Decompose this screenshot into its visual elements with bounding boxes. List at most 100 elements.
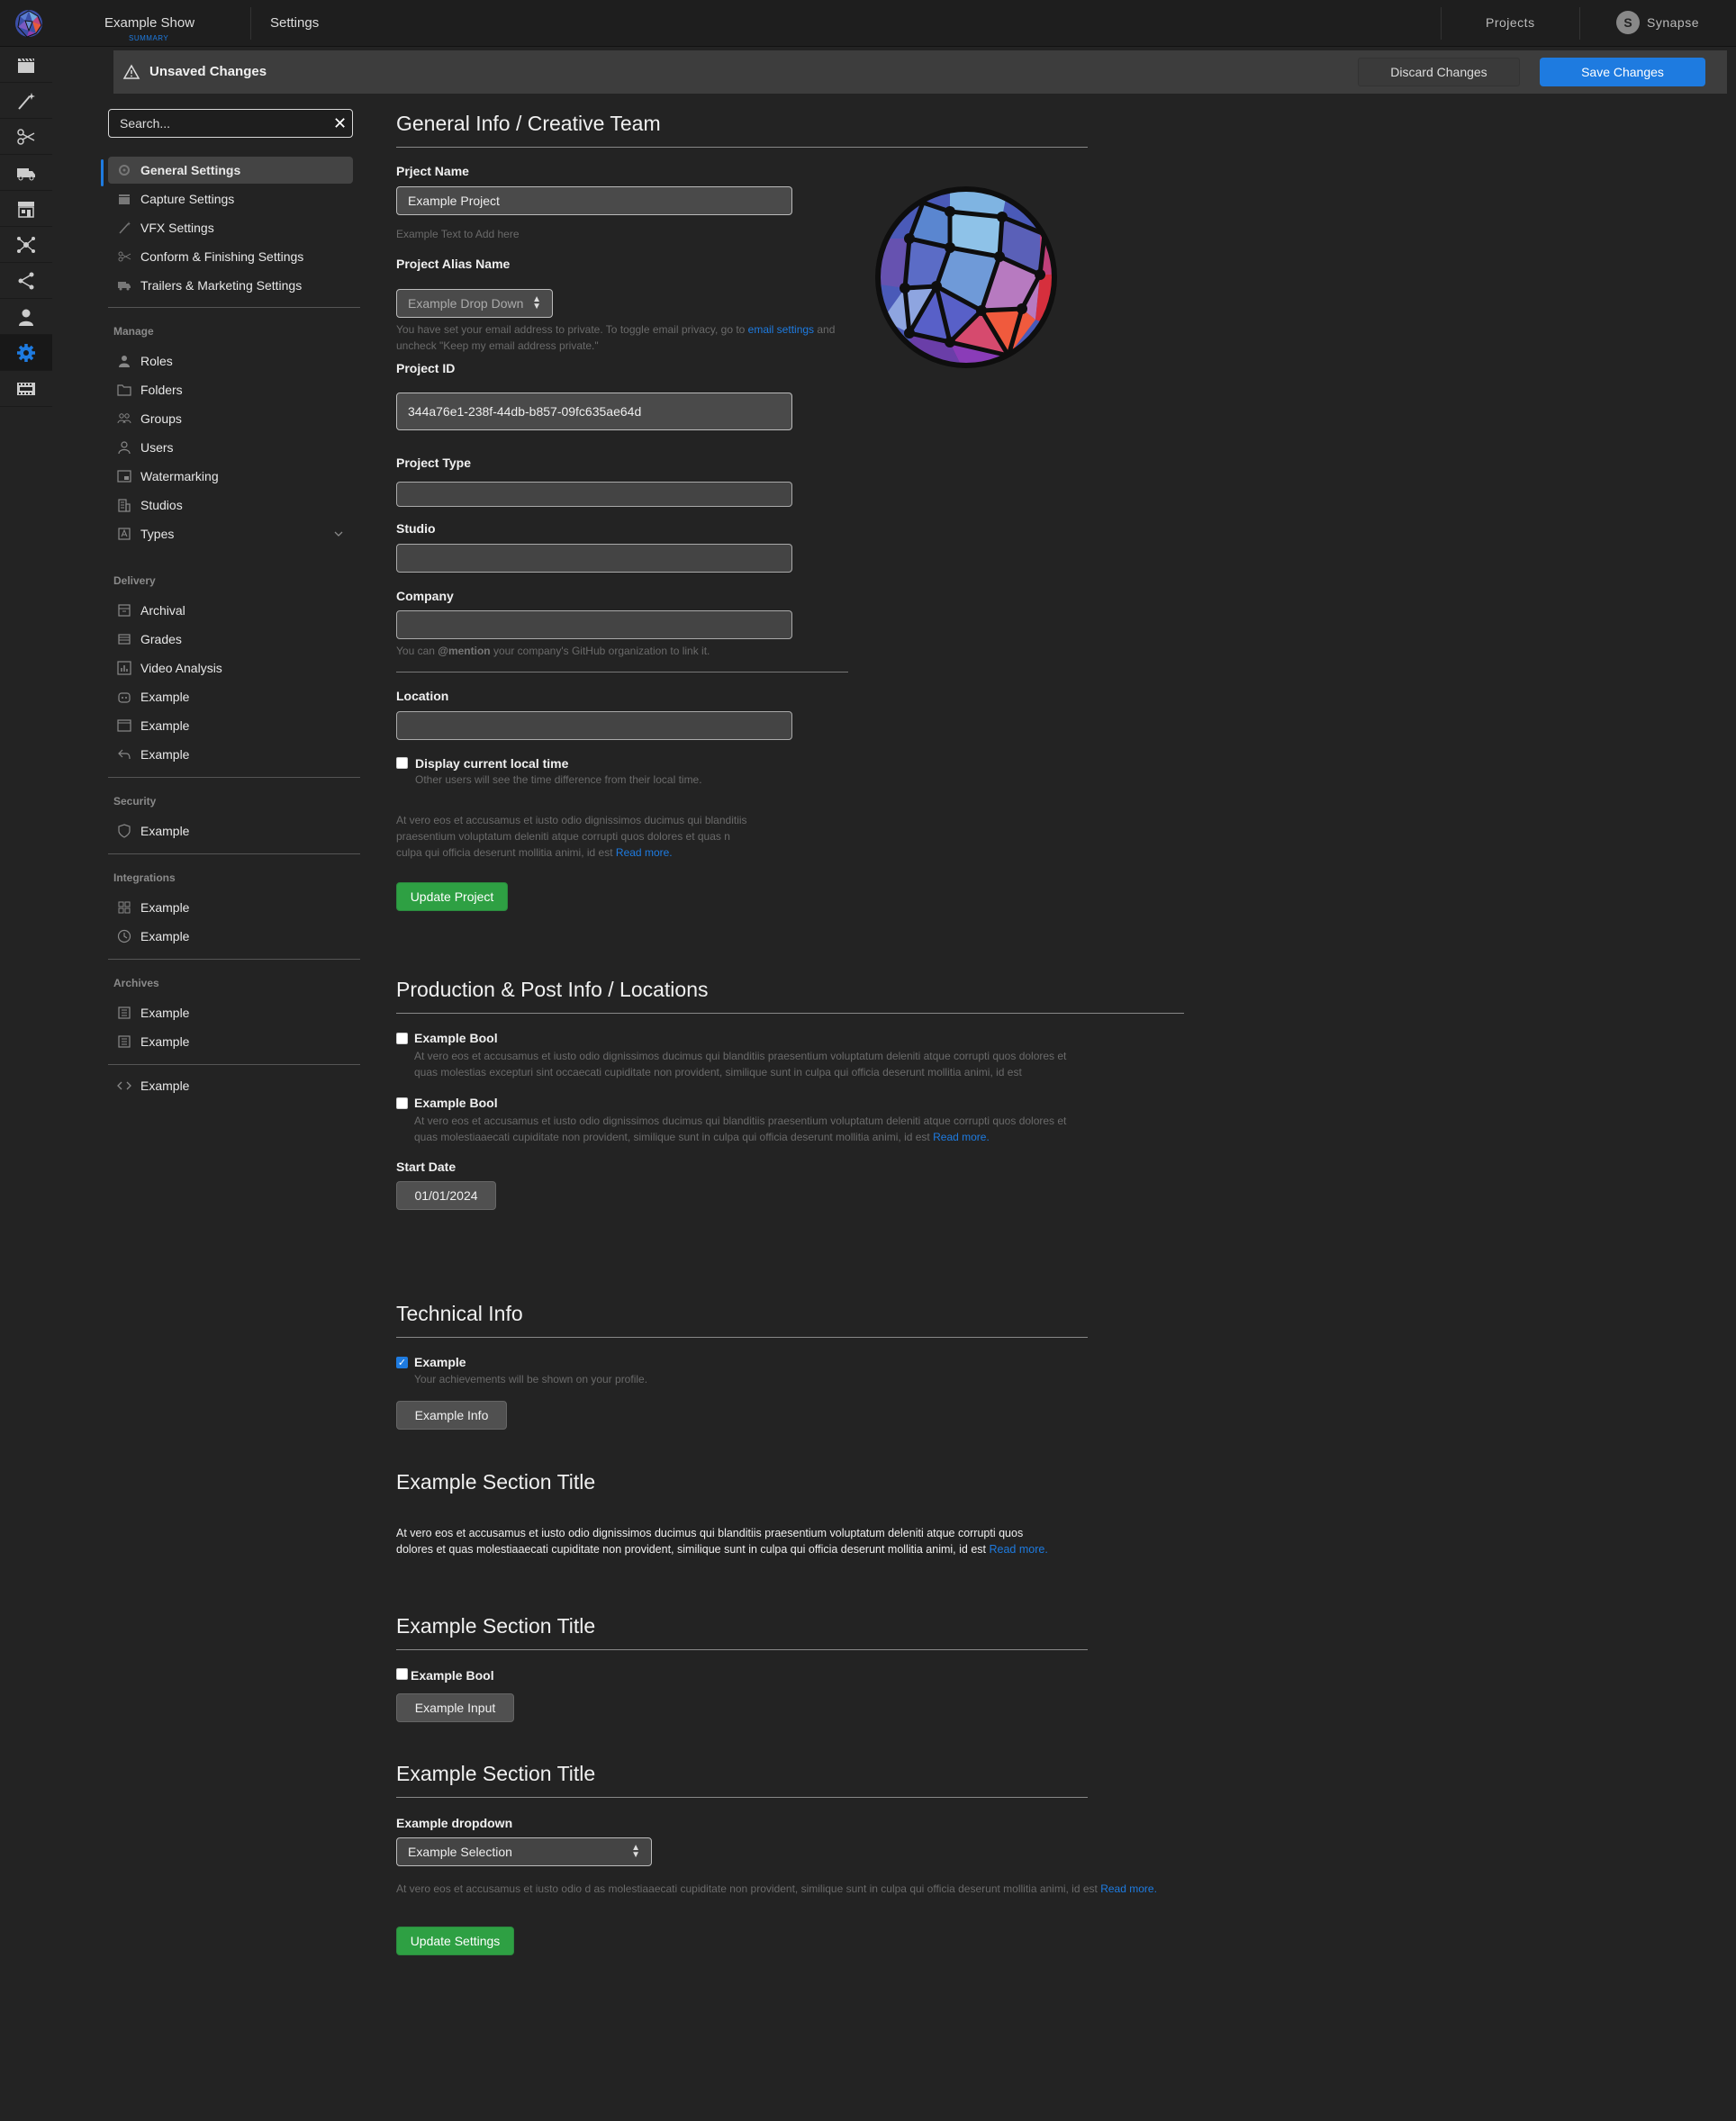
location-input[interactable] [396, 711, 792, 740]
chevron-down-icon[interactable] [333, 528, 344, 539]
start-date-input[interactable]: 01/01/2024 [396, 1181, 496, 1210]
sidebar-item-example[interactable]: Example [108, 817, 353, 844]
example-info-button[interactable]: Example Info [396, 1401, 507, 1430]
select-arrows-icon: ▲ ▼ [532, 294, 541, 311]
example-input-button[interactable]: Example Input [396, 1693, 514, 1722]
example-dropdown-label: Example dropdown [396, 1816, 513, 1830]
update-project-button[interactable]: Update Project [396, 882, 508, 911]
sidebar-item-label: Studios [140, 498, 183, 512]
sidebar-item-example[interactable]: Example [108, 741, 353, 768]
sidebar-item-groups[interactable]: Groups [108, 405, 353, 432]
sidebar-item-label: Types [140, 527, 175, 541]
sidebar-item-conform-settings[interactable]: Conform & Finishing Settings [108, 243, 353, 270]
company-input[interactable] [396, 610, 792, 639]
icon-rail [0, 47, 52, 425]
project-alias-select[interactable]: Example Drop Down ▲ ▼ [396, 289, 553, 318]
sidebar-item-example[interactable]: Example [108, 683, 353, 710]
person-icon [19, 309, 33, 326]
sidebar-item-users[interactable]: Users [108, 434, 353, 461]
sidebar-item-example[interactable]: Example [108, 1028, 353, 1055]
sidebar-item-capture-settings[interactable]: Capture Settings [108, 185, 353, 212]
sidebar-item-example[interactable]: Example [108, 712, 353, 739]
start-date-label: Start Date [396, 1160, 457, 1174]
user-menu[interactable]: S Synapse [1616, 11, 1699, 34]
divider [108, 307, 360, 308]
rail-share[interactable] [0, 263, 52, 299]
folder-icon [117, 384, 131, 396]
projects-link[interactable]: Projects [1486, 15, 1535, 30]
sidebar-item-watermarking[interactable]: Watermarking [108, 463, 353, 490]
rail-conform[interactable] [0, 119, 52, 155]
sidebar-item-grades[interactable]: Grades [108, 626, 353, 653]
select-value: Example Selection [408, 1845, 512, 1859]
rail-clapperboard[interactable] [0, 47, 52, 83]
local-time-label: Display current local time [415, 756, 569, 771]
sidebar-item-example[interactable]: Example [108, 1072, 353, 1099]
rail-person[interactable] [0, 299, 52, 335]
divider [1441, 7, 1442, 40]
sidebar-item-types[interactable]: Types [108, 520, 353, 547]
example-checkbox-label: Example [414, 1355, 466, 1369]
example-bool-checkbox[interactable] [396, 1097, 408, 1109]
email-settings-link[interactable]: email settings [748, 323, 814, 336]
example-bool-label: Example Bool [414, 1096, 498, 1110]
sidebar-item-label: Example [140, 747, 190, 762]
sidebar-item-example[interactable]: Example [108, 894, 353, 921]
example-bool-desc: At vero eos et accusamus et iusto odio d… [414, 1115, 1067, 1143]
example-checkbox[interactable]: ✓ [396, 1357, 408, 1368]
sidebar-item-archival[interactable]: Archival [108, 597, 353, 624]
sidebar-item-trailers-settings[interactable]: Trailers & Marketing Settings [108, 272, 353, 299]
search-input[interactable] [108, 109, 353, 138]
divider [396, 1797, 1088, 1798]
project-type-label: Project Type [396, 456, 471, 470]
update-settings-button[interactable]: Update Settings [396, 1927, 514, 1955]
avatar: S [1616, 11, 1640, 34]
show-title[interactable]: Example Show [104, 15, 194, 31]
app-logo[interactable] [14, 9, 43, 38]
sidebar-item-vfx-settings[interactable]: VFX Settings [108, 214, 353, 241]
discard-changes-button[interactable]: Discard Changes [1358, 58, 1520, 86]
clapperboard-icon [18, 58, 34, 73]
read-more-link[interactable]: Read more. [616, 846, 673, 859]
user-icon [118, 441, 131, 455]
stack-icon [118, 634, 131, 645]
save-changes-button[interactable]: Save Changes [1540, 58, 1705, 86]
read-more-link[interactable]: Read more. [989, 1543, 1047, 1556]
example-dropdown-select[interactable]: Example Selection ▲ ▼ [396, 1837, 652, 1866]
divider [250, 7, 251, 40]
example-bool-checkbox[interactable] [396, 1033, 408, 1044]
read-more-link[interactable]: Read more. [933, 1131, 990, 1143]
sidebar-item-example[interactable]: Example [108, 923, 353, 950]
sidebar-item-studios[interactable]: Studios [108, 492, 353, 519]
sidebar-item-folders[interactable]: Folders [108, 376, 353, 403]
breadcrumb-settings[interactable]: Settings [270, 15, 319, 31]
section-heading-manage: Manage [113, 325, 154, 338]
sidebar-item-roles[interactable]: Roles [108, 347, 353, 375]
read-more-link[interactable]: Read more. [1100, 1882, 1157, 1895]
copilot-icon [118, 692, 131, 703]
studio-input[interactable] [396, 544, 792, 573]
section-heading-archives: Archives [113, 977, 159, 989]
rail-settings[interactable] [0, 335, 52, 371]
rail-trailers[interactable] [0, 155, 52, 191]
project-id-input[interactable] [396, 393, 792, 430]
example-bool-checkbox[interactable] [396, 1668, 408, 1680]
section-a-paragraph: At vero eos et accusamus et iusto odio d… [396, 1527, 1048, 1556]
rail-vfx[interactable] [0, 83, 52, 119]
section-title-example-b: Example Section Title [396, 1614, 596, 1638]
sidebar-item-video-analysis[interactable]: Video Analysis [108, 654, 353, 681]
section-title-technical: Technical Info [396, 1302, 523, 1325]
sidebar-item-general-settings[interactable]: General Settings [108, 157, 353, 184]
rail-storefront[interactable] [0, 191, 52, 227]
close-icon[interactable]: ✕ [333, 114, 347, 133]
local-time-checkbox[interactable] [396, 757, 408, 769]
project-logo [875, 186, 1057, 368]
section-heading-security: Security [113, 795, 157, 808]
clapperboard-icon [119, 194, 130, 204]
sidebar-item-example[interactable]: Example [108, 999, 353, 1026]
sidebar-item-label: General Settings [140, 163, 241, 177]
project-type-input[interactable] [396, 482, 792, 507]
project-name-input[interactable] [396, 186, 792, 215]
rail-film[interactable] [0, 371, 52, 407]
rail-network[interactable] [0, 227, 52, 263]
